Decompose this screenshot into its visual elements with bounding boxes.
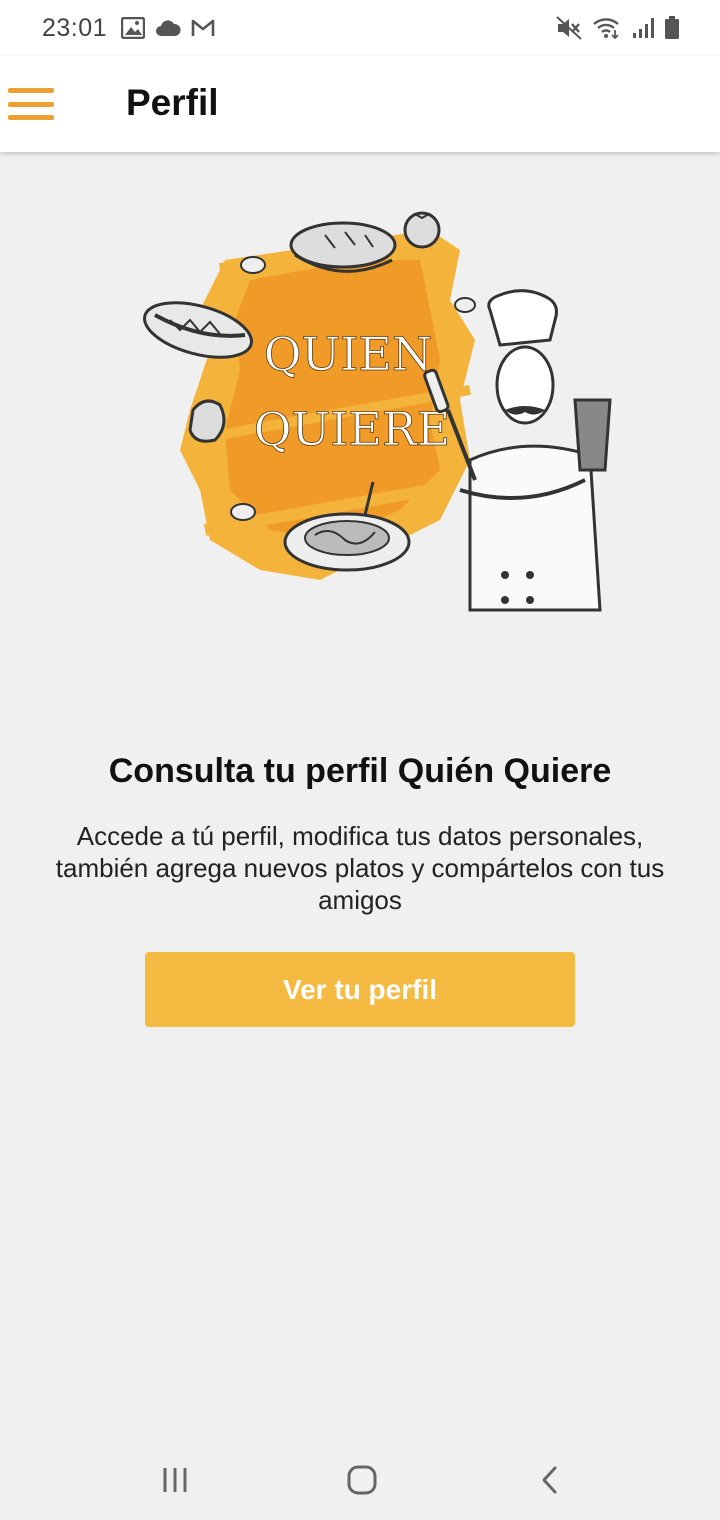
status-bar: 23:01 — [0, 0, 720, 56]
home-icon[interactable] — [332, 1460, 392, 1500]
mute-icon — [556, 16, 582, 40]
section-description: Accede a tú perfil, modifica tus datos p… — [55, 821, 665, 915]
status-left: 23:01 — [42, 14, 215, 43]
hamburger-menu-icon[interactable] — [6, 84, 56, 124]
tomato-drawing — [403, 211, 441, 249]
pepper-drawing — [188, 399, 226, 443]
status-right — [556, 16, 680, 40]
logo-line2: QUIERE — [254, 402, 450, 456]
cloud-icon — [155, 19, 181, 37]
menu-line — [8, 101, 54, 107]
wifi-icon — [592, 16, 622, 40]
gmail-icon — [191, 19, 215, 37]
signal-icon — [632, 17, 654, 39]
logo-line1: QUIEN — [264, 327, 432, 381]
view-profile-button[interactable]: Ver tu perfil — [145, 952, 575, 1027]
section-title: Consulta tu perfil Quién Quiere — [108, 752, 612, 790]
system-nav-bar — [0, 1440, 720, 1520]
status-notification-icons — [121, 17, 215, 39]
image-icon — [121, 17, 146, 39]
status-time: 23:01 — [42, 13, 108, 42]
back-icon[interactable] — [520, 1460, 580, 1500]
app-bar: Perfil — [0, 56, 720, 152]
recent-apps-icon[interactable] — [145, 1460, 205, 1500]
battery-icon — [664, 16, 680, 40]
hero-illustration: QUIEN QUIERE — [130, 190, 630, 660]
menu-line — [8, 115, 54, 120]
menu-line — [8, 88, 54, 93]
page-title: Perfil — [126, 82, 219, 123]
